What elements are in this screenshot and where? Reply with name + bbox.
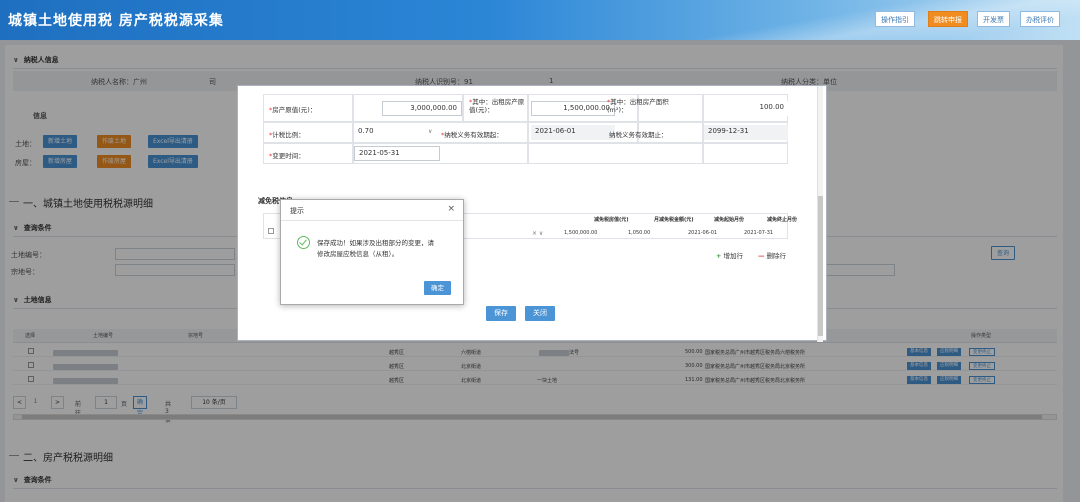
- chevron-down-icon[interactable]: ∨: [428, 128, 432, 135]
- page-title: 城镇土地使用税 房产税税源采集: [8, 13, 224, 29]
- success-check-icon: [297, 236, 310, 249]
- modal-vertical-scrollbar[interactable]: [817, 86, 823, 342]
- end-date-label: 纳税义务有效期止：: [609, 131, 668, 139]
- original-value-input[interactable]: 3,000,000.00: [382, 101, 462, 116]
- save-button[interactable]: 保存: [486, 306, 516, 321]
- evaluate-button[interactable]: 办税评价: [1020, 11, 1060, 27]
- delete-row-button[interactable]: — 删除行: [758, 250, 786, 260]
- start-date-label: 纳税义务有效期起：: [444, 131, 503, 139]
- change-date-input[interactable]: 2021-05-31: [354, 146, 440, 161]
- rent-value-label: 其中：出租房产原值(元)：: [469, 98, 525, 114]
- dialog-title: 提示: [290, 207, 304, 215]
- guide-button[interactable]: 操作指引: [875, 11, 915, 27]
- relief-select-chevron-icon[interactable]: × ∨: [532, 230, 543, 237]
- confirm-button[interactable]: 确定: [424, 281, 451, 295]
- ratio-label: 计税比例：: [272, 131, 305, 139]
- rent-area-label: 其中：出租房产面积(m²)：: [607, 98, 669, 114]
- change-date-label: 变更时间：: [272, 152, 305, 160]
- rent-value-input[interactable]: 1,500,000.00: [531, 101, 615, 116]
- plus-icon: +: [716, 252, 722, 260]
- header-decoration: [660, 0, 1080, 40]
- add-row-button[interactable]: + 增加行: [716, 250, 743, 260]
- minus-icon: —: [758, 252, 765, 260]
- close-button[interactable]: 关闭: [525, 306, 555, 321]
- success-dialog: 提示 × 保存成功！如果涉及出租部分的变更，请修改房屋应税信息（从租）。 确定: [280, 199, 464, 305]
- invoice-button[interactable]: 开发票: [977, 11, 1010, 27]
- dialog-message: 保存成功！如果涉及出租部分的变更，请修改房屋应税信息（从租）。: [317, 239, 434, 258]
- end-date-value: 2099-12-31: [704, 125, 788, 140]
- app-header: 城镇土地使用税 房产税税源采集 操作指引 跳转申报 开发票 办税评价: [0, 0, 1080, 40]
- jump-declare-button[interactable]: 跳转申报: [928, 11, 968, 27]
- relief-row-checkbox[interactable]: [268, 228, 274, 234]
- start-date-value: 2021-06-01: [531, 125, 615, 140]
- original-value-label: 房产原值(元)：: [272, 106, 317, 114]
- rent-area-input[interactable]: 100.00: [704, 101, 788, 116]
- close-icon[interactable]: ×: [447, 204, 455, 214]
